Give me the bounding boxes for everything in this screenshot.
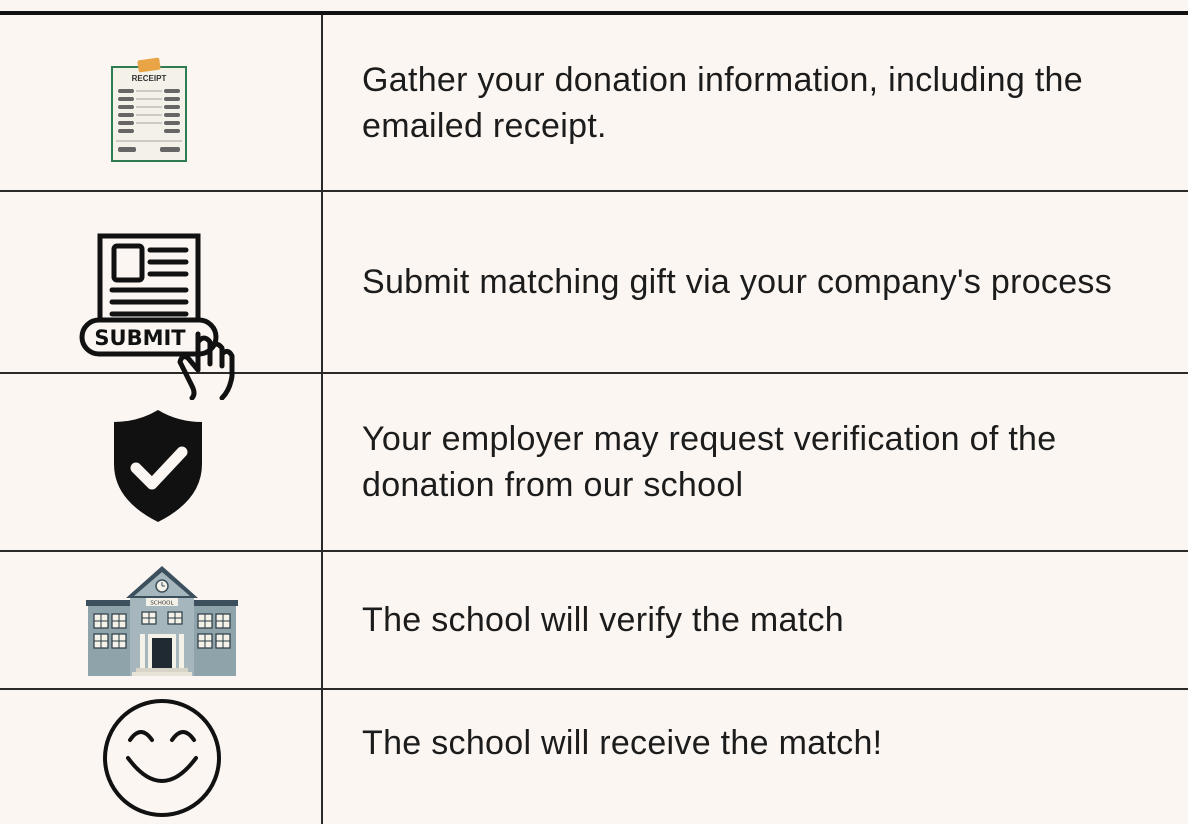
step-text-cell: Your employer may request verification o…: [362, 374, 1168, 550]
step-1-text: Gather your donation information, includ…: [362, 60, 1083, 145]
receipt-icon-label: RECEIPT: [132, 74, 167, 83]
step-row-5: The school will receive the match!: [0, 690, 1188, 824]
step-row-2: SUBMIT Submit matching gift via your com…: [0, 192, 1188, 400]
step-text-cell: The school will verify the match: [362, 552, 1168, 688]
step-4-text: The school will verify the match: [362, 601, 844, 639]
shield-check-icon: [0, 374, 321, 550]
school-building-icon: SCHOOL: [0, 552, 321, 688]
matching-gift-steps-page: RECEIPT Gather your donation information…: [0, 0, 1188, 824]
step-text-cell: Submit matching gift via your company's …: [362, 192, 1168, 372]
step-text-cell: Gather your donation information, includ…: [362, 15, 1168, 190]
step-row-3: Your employer may request verification o…: [0, 374, 1188, 550]
step-row-1: RECEIPT Gather your donation information…: [0, 15, 1188, 190]
submit-icon-label: SUBMIT: [94, 326, 186, 350]
receipt-icon: RECEIPT: [0, 15, 321, 190]
step-row-4: SCHOOL The school will verify the match: [0, 552, 1188, 688]
step-3-text: Your employer may request verification o…: [362, 420, 1057, 504]
smiley-face-icon: [0, 690, 321, 824]
step-text-cell: The school will receive the match!: [362, 690, 1168, 824]
school-sign-label: SCHOOL: [150, 601, 174, 607]
submit-form-icon: SUBMIT: [0, 192, 321, 400]
step-5-text: The school will receive the match!: [362, 724, 883, 762]
step-2-text: Submit matching gift via your company's …: [362, 263, 1113, 301]
